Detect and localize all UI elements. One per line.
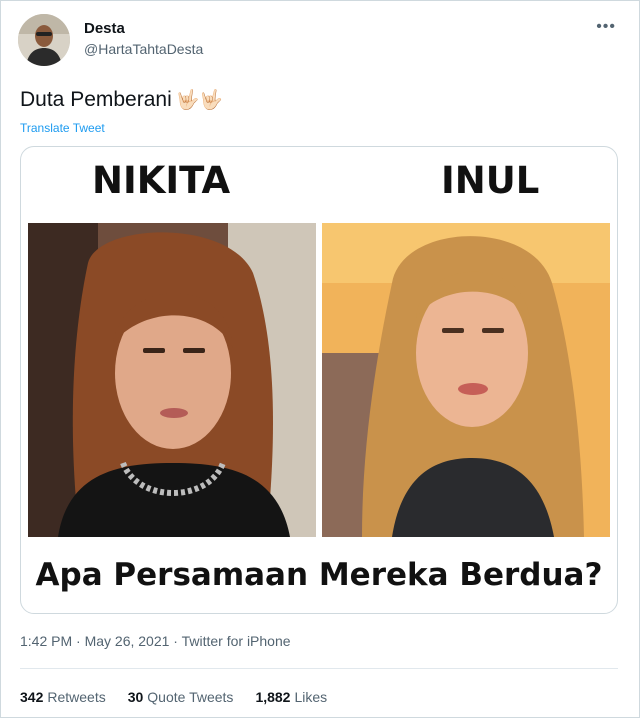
likes-label: Likes	[294, 689, 328, 705]
author-handle[interactable]: @HartaTahtaDesta	[84, 41, 203, 57]
tweet-image-card[interactable]: NIKITA INUL Apa Persamaan Mereka Berdua?	[20, 146, 618, 614]
tweet-text: Duta Pemberani 🤟🏻🤟🏻	[20, 88, 223, 112]
retweets-count: 342	[20, 689, 44, 705]
left-person-photo	[28, 223, 316, 537]
divider	[20, 668, 618, 669]
right-person-label: INUL	[441, 159, 540, 202]
tweet-timestamp[interactable]: 1:42 PM · May 26, 2021 · Twitter for iPh…	[20, 633, 291, 649]
left-person-label: NIKITA	[92, 159, 231, 202]
engagement-stats: 342 Retweets 30 Quote Tweets 1,882 Likes	[20, 689, 327, 705]
author-display-name[interactable]: Desta	[84, 20, 125, 37]
rock-hand-emoji-icon: 🤟🏻🤟🏻	[175, 90, 224, 111]
retweets-stat[interactable]: 342 Retweets	[20, 689, 106, 705]
quote-tweets-label: Quote Tweets	[147, 689, 234, 705]
author-avatar[interactable]	[18, 14, 70, 66]
likes-stat[interactable]: 1,882 Likes	[255, 689, 327, 705]
translate-tweet-link[interactable]: Translate Tweet	[20, 121, 105, 135]
retweets-label: Retweets	[47, 689, 106, 705]
avatar-photo	[18, 14, 70, 66]
more-horizontal-icon[interactable]: •••	[596, 18, 616, 36]
right-person-photo	[322, 223, 610, 537]
tweet-text-content: Duta Pemberani	[20, 88, 172, 111]
quote-tweets-stat[interactable]: 30 Quote Tweets	[128, 689, 234, 705]
quote-tweets-count: 30	[127, 689, 144, 705]
likes-count: 1,882	[255, 689, 291, 705]
image-caption: Apa Persamaan Mereka Berdua?	[35, 557, 603, 593]
